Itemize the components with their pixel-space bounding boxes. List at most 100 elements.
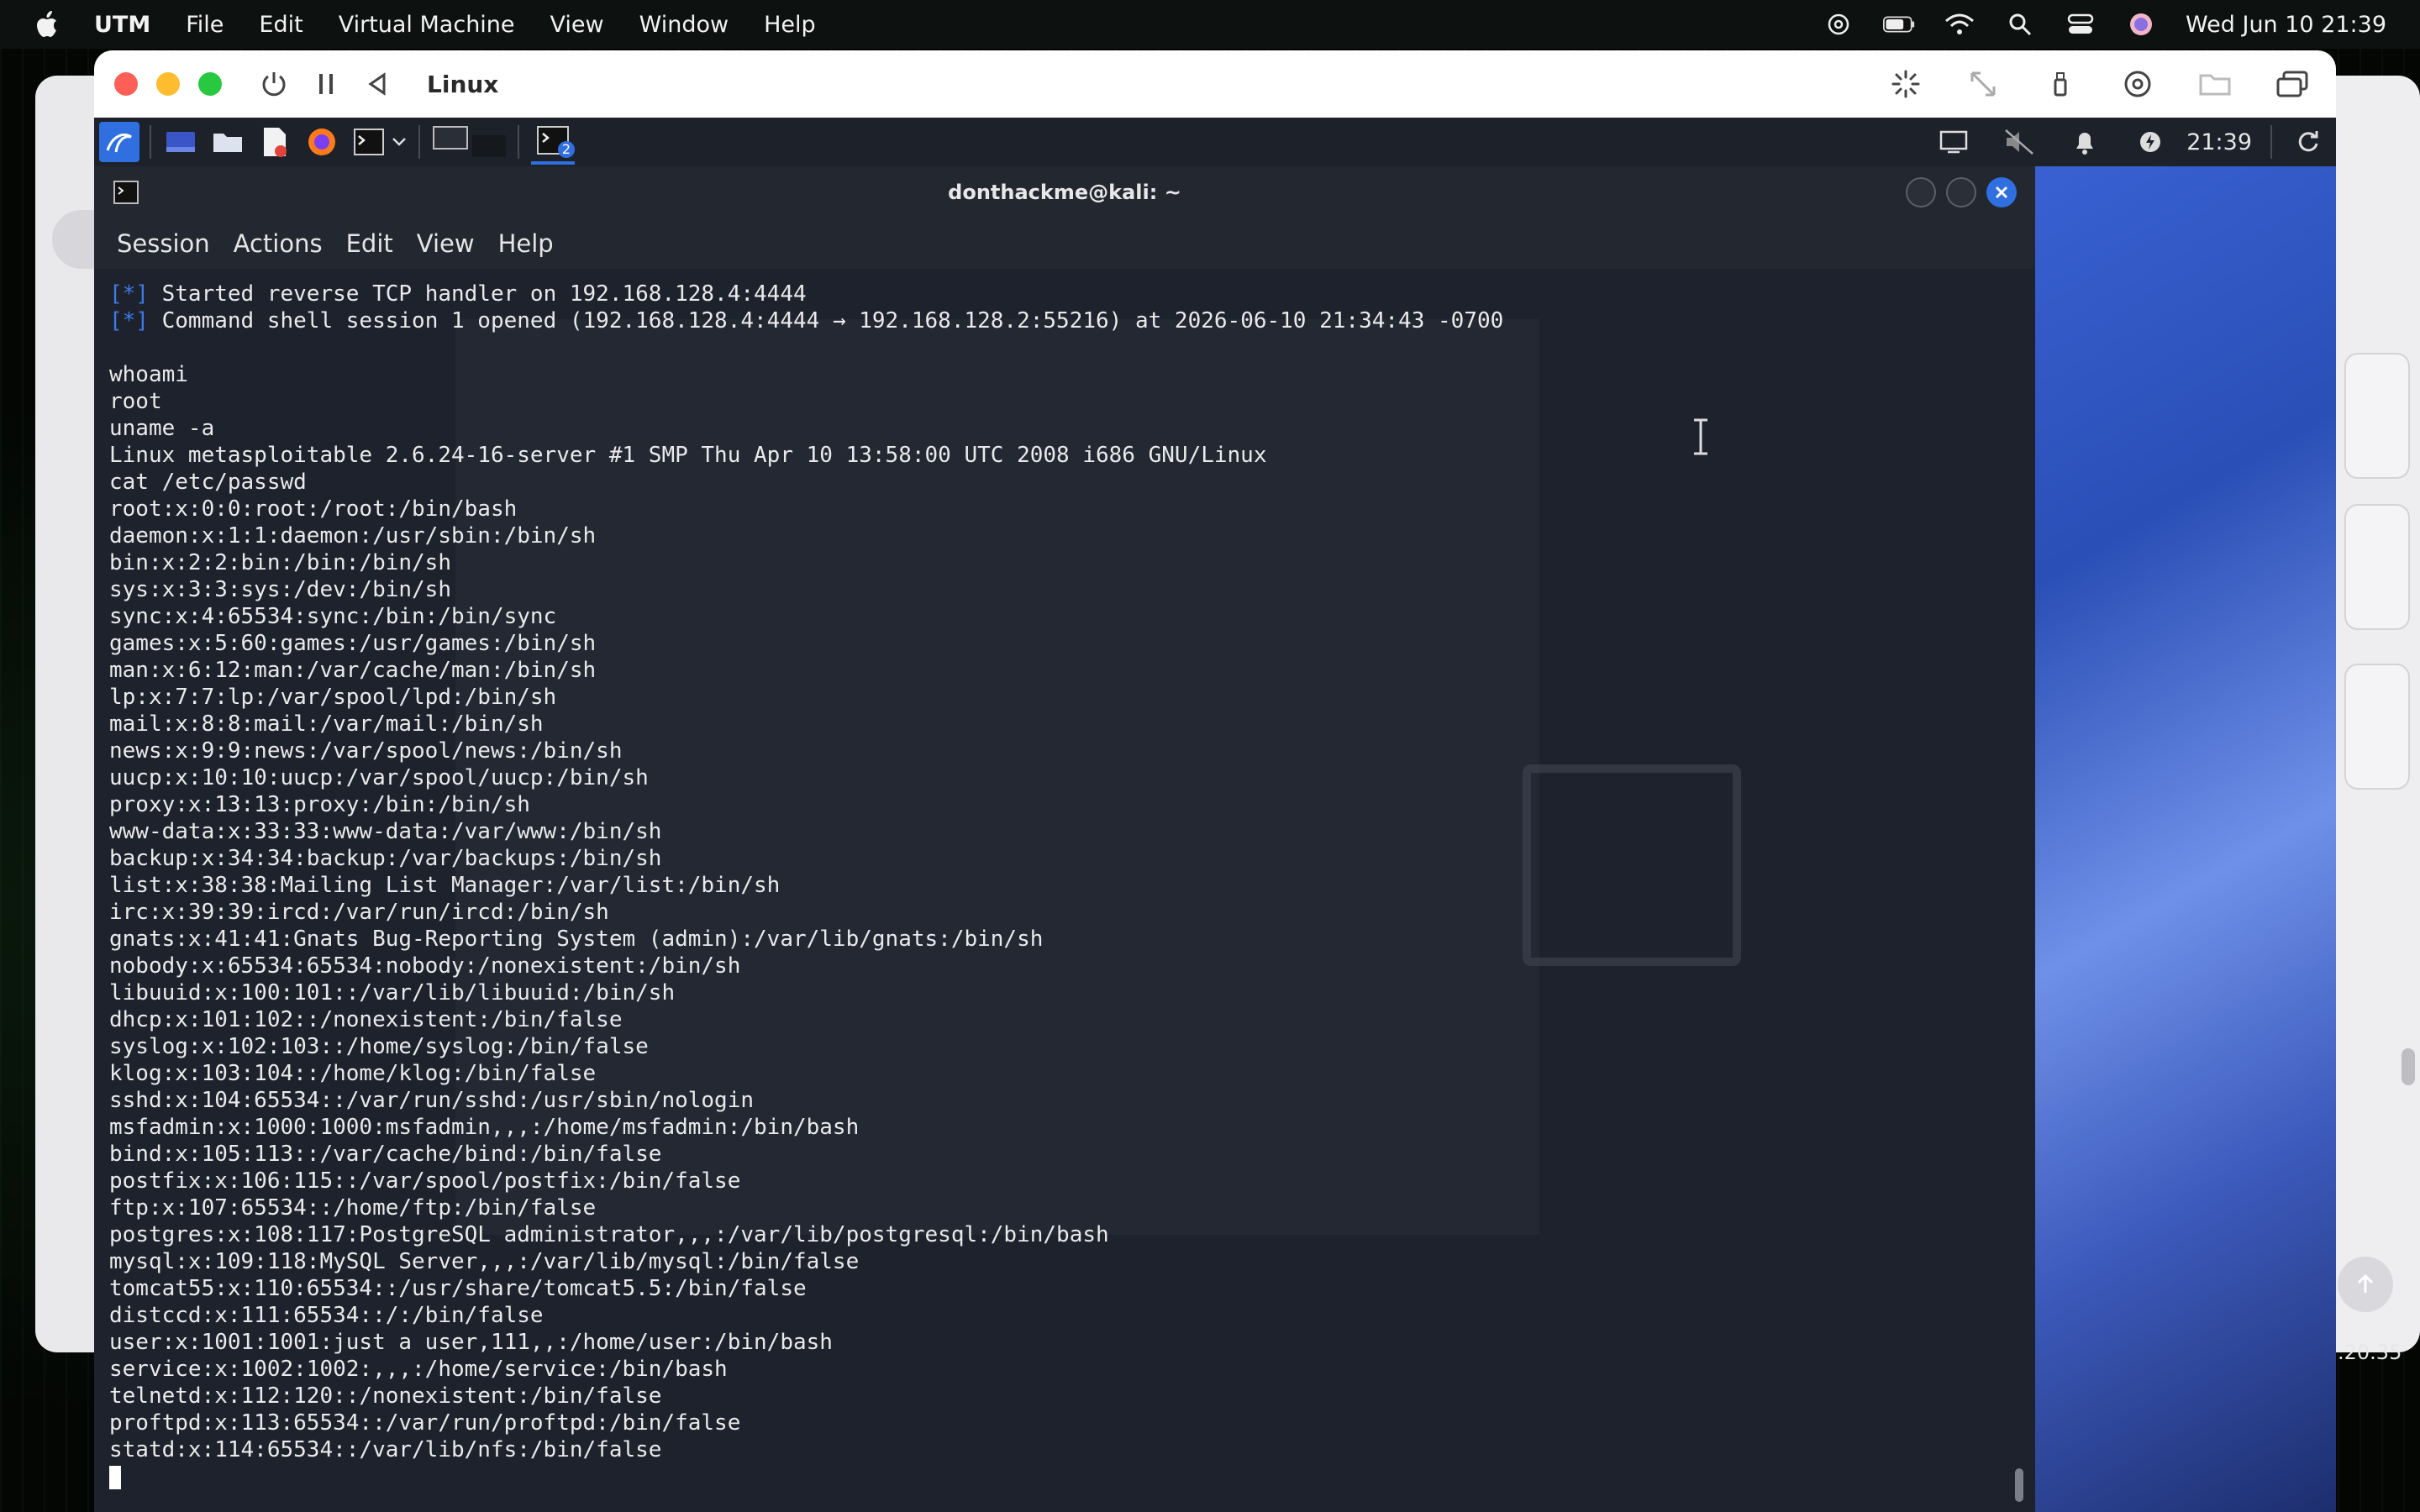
terminal-output[interactable]: [*] Started reverse TCP handler on 192.1…	[94, 269, 2035, 1512]
zoom-window-button[interactable]	[198, 72, 222, 96]
windows-switcher-icon[interactable]	[2274, 66, 2311, 102]
terminal-window-icon[interactable]	[113, 180, 139, 205]
battery-icon[interactable]	[1883, 9, 1915, 39]
terminal-line-text: backup:x:34:34:backup:/var/backups:/bin/…	[109, 846, 662, 871]
menu-window[interactable]: Window	[639, 12, 729, 38]
menu-file[interactable]: File	[186, 12, 224, 38]
terminal-line: bin:x:2:2:bin:/bin:/bin/sh	[109, 549, 1503, 576]
terminal-line-text: dhcp:x:101:102::/nonexistent:/bin/false	[109, 1007, 623, 1032]
background-ghost-logo	[1523, 764, 1741, 966]
wifi-icon[interactable]	[1944, 9, 1975, 39]
terminal-line: nobody:x:65534:65534:nobody:/nonexistent…	[109, 953, 1503, 979]
terminal-menu-session[interactable]: Session	[117, 229, 210, 258]
menu-help[interactable]: Help	[764, 12, 816, 38]
terminal-line: sync:x:4:65534:sync:/bin:/bin/sync	[109, 603, 1503, 630]
apple-logo-icon[interactable]	[34, 9, 67, 39]
file-manager-icon[interactable]	[210, 124, 245, 160]
terminal-line-text: statd:x:114:65534::/var/lib/nfs:/bin/fal…	[109, 1437, 662, 1462]
kali-panel-clock[interactable]: 21:39	[2186, 129, 2252, 155]
chevron-down-icon[interactable]	[390, 124, 408, 160]
terminal-line: dhcp:x:101:102::/nonexistent:/bin/false	[109, 1006, 1503, 1033]
terminal-cursor	[109, 1465, 121, 1489]
power-manager-icon[interactable]	[2133, 124, 2168, 160]
terminal-line-text: list:x:38:38:Mailing List Manager:/var/l…	[109, 873, 781, 898]
terminal-line: cat /etc/passwd	[109, 469, 1503, 496]
display-icon[interactable]	[1936, 124, 1971, 160]
pause-icon[interactable]	[308, 66, 345, 102]
terminal-line: irc:x:39:39:ircd:/var/run/ircd:/bin/sh	[109, 899, 1503, 926]
terminal-line-text: Command shell session 1 opened (192.168.…	[148, 308, 1504, 333]
terminal-line: msfadmin:x:1000:1000:msfadmin,,,:/home/m…	[109, 1114, 1503, 1141]
terminal-titlebar[interactable]: donthackme@kali: ~	[94, 166, 2035, 218]
terminal-line: backup:x:34:34:backup:/var/backups:/bin/…	[109, 845, 1503, 872]
chatgpt-icon[interactable]	[1823, 9, 1854, 39]
shared-folder-icon[interactable]	[2196, 66, 2233, 102]
terminal-minimize-button[interactable]	[1906, 177, 1936, 207]
background-ip-fragment: .20.35	[2338, 1341, 2402, 1364]
volume-muted-icon[interactable]	[2002, 124, 2037, 160]
utm-window-title: Linux	[427, 70, 499, 98]
terminal-scrollbar[interactable]	[2015, 1468, 2023, 1502]
vm-display[interactable]: 2 21:39 donthackme@kali: ~ Session Actio…	[94, 118, 2336, 1512]
terminal-line: gnats:x:41:41:Gnats Bug-Reporting System…	[109, 926, 1503, 953]
terminal-line: mail:x:8:8:mail:/var/mail:/bin/sh	[109, 711, 1503, 738]
menu-bar-clock[interactable]: Wed Jun 10 21:39	[2186, 12, 2386, 38]
terminal-line-text: cat /etc/passwd	[109, 470, 307, 495]
menu-edit[interactable]: Edit	[259, 12, 302, 38]
notifications-bell-icon[interactable]	[2067, 124, 2102, 160]
terminal-launcher-icon[interactable]	[351, 124, 387, 160]
menu-app-name[interactable]: UTM	[94, 12, 150, 38]
terminal-line: uucp:x:10:10:uucp:/var/spool/uucp:/bin/s…	[109, 764, 1503, 791]
minimize-window-button[interactable]	[156, 72, 180, 96]
terminal-line-text: proftpd:x:113:65534::/var/run/proftpd:/b…	[109, 1410, 741, 1436]
terminal-menu-actions[interactable]: Actions	[234, 229, 323, 258]
workspace-switcher[interactable]	[432, 124, 508, 160]
terminal-line-text: service:x:1002:1002:,,,:/home/service:/b…	[109, 1357, 728, 1382]
ibeam-cursor-icon	[1691, 418, 1711, 455]
spotlight-search-icon[interactable]	[2004, 9, 2036, 39]
terminal-menu-edit[interactable]: Edit	[346, 229, 393, 258]
show-desktop-icon[interactable]	[163, 124, 198, 160]
terminal-line: sys:x:3:3:sys:/dev:/bin/sh	[109, 576, 1503, 603]
terminal-line: libuuid:x:100:101::/var/lib/libuuid:/bin…	[109, 979, 1503, 1006]
terminal-line: postgres:x:108:117:PostgreSQL administra…	[109, 1221, 1503, 1248]
terminal-line-text: nobody:x:65534:65534:nobody:/nonexistent…	[109, 953, 741, 979]
terminal-line-text: www-data:x:33:33:www-data:/var/www:/bin/…	[109, 819, 662, 844]
kali-menu-icon[interactable]	[99, 122, 139, 162]
power-icon[interactable]	[255, 66, 292, 102]
control-center-icon[interactable]	[2065, 9, 2096, 39]
scroll-up-button[interactable]	[2338, 1257, 2393, 1312]
resize-arrows-icon[interactable]	[1965, 66, 2002, 102]
terminal-line: daemon:x:1:1:daemon:/usr/sbin:/bin/sh	[109, 522, 1503, 549]
terminal-menu-bar: Session Actions Edit View Help	[94, 218, 2035, 269]
terminal-line: [*] Command shell session 1 opened (192.…	[109, 307, 1503, 334]
terminal-line-text: man:x:6:12:man:/var/cache/man:/bin/sh	[109, 658, 597, 683]
terminal-line-text: uname -a	[109, 416, 215, 441]
prompt-line[interactable]	[109, 1463, 1503, 1490]
restart-back-icon[interactable]	[360, 66, 397, 102]
terminal-line-text: postgres:x:108:117:PostgreSQL administra…	[109, 1222, 1109, 1247]
terminal-line-text: sync:x:4:65534:sync:/bin:/bin/sync	[109, 604, 557, 629]
disk-drive-icon[interactable]	[2119, 66, 2156, 102]
terminal-maximize-button[interactable]	[1946, 177, 1976, 207]
utm-titlebar: Linux	[94, 50, 2336, 118]
background-scrollbar[interactable]	[2402, 1048, 2415, 1085]
terminal-line-text: irc:x:39:39:ircd:/var/run/ircd:/bin/sh	[109, 900, 609, 925]
terminal-line-text: distccd:x:111:65534::/:/bin/false	[109, 1303, 544, 1328]
panel-separator	[418, 125, 420, 159]
terminal-close-button[interactable]	[1986, 177, 2017, 207]
text-editor-icon[interactable]	[257, 124, 292, 160]
siri-icon[interactable]	[2125, 9, 2157, 39]
firefox-icon[interactable]	[304, 124, 339, 160]
terminal-menu-help[interactable]: Help	[498, 229, 554, 258]
logout-refresh-icon[interactable]	[2291, 124, 2326, 160]
usb-icon[interactable]	[2042, 66, 2079, 102]
loading-spinner-icon[interactable]	[1887, 66, 1924, 102]
terminal-task-button[interactable]: 2	[531, 119, 575, 165]
menu-virtual-machine[interactable]: Virtual Machine	[339, 12, 515, 38]
terminal-line: postfix:x:106:115::/var/spool/postfix:/b…	[109, 1168, 1503, 1194]
workspace-count-badge: 2	[558, 141, 575, 158]
terminal-menu-view[interactable]: View	[417, 229, 475, 258]
close-window-button[interactable]	[114, 72, 138, 96]
menu-view[interactable]: View	[550, 12, 604, 38]
